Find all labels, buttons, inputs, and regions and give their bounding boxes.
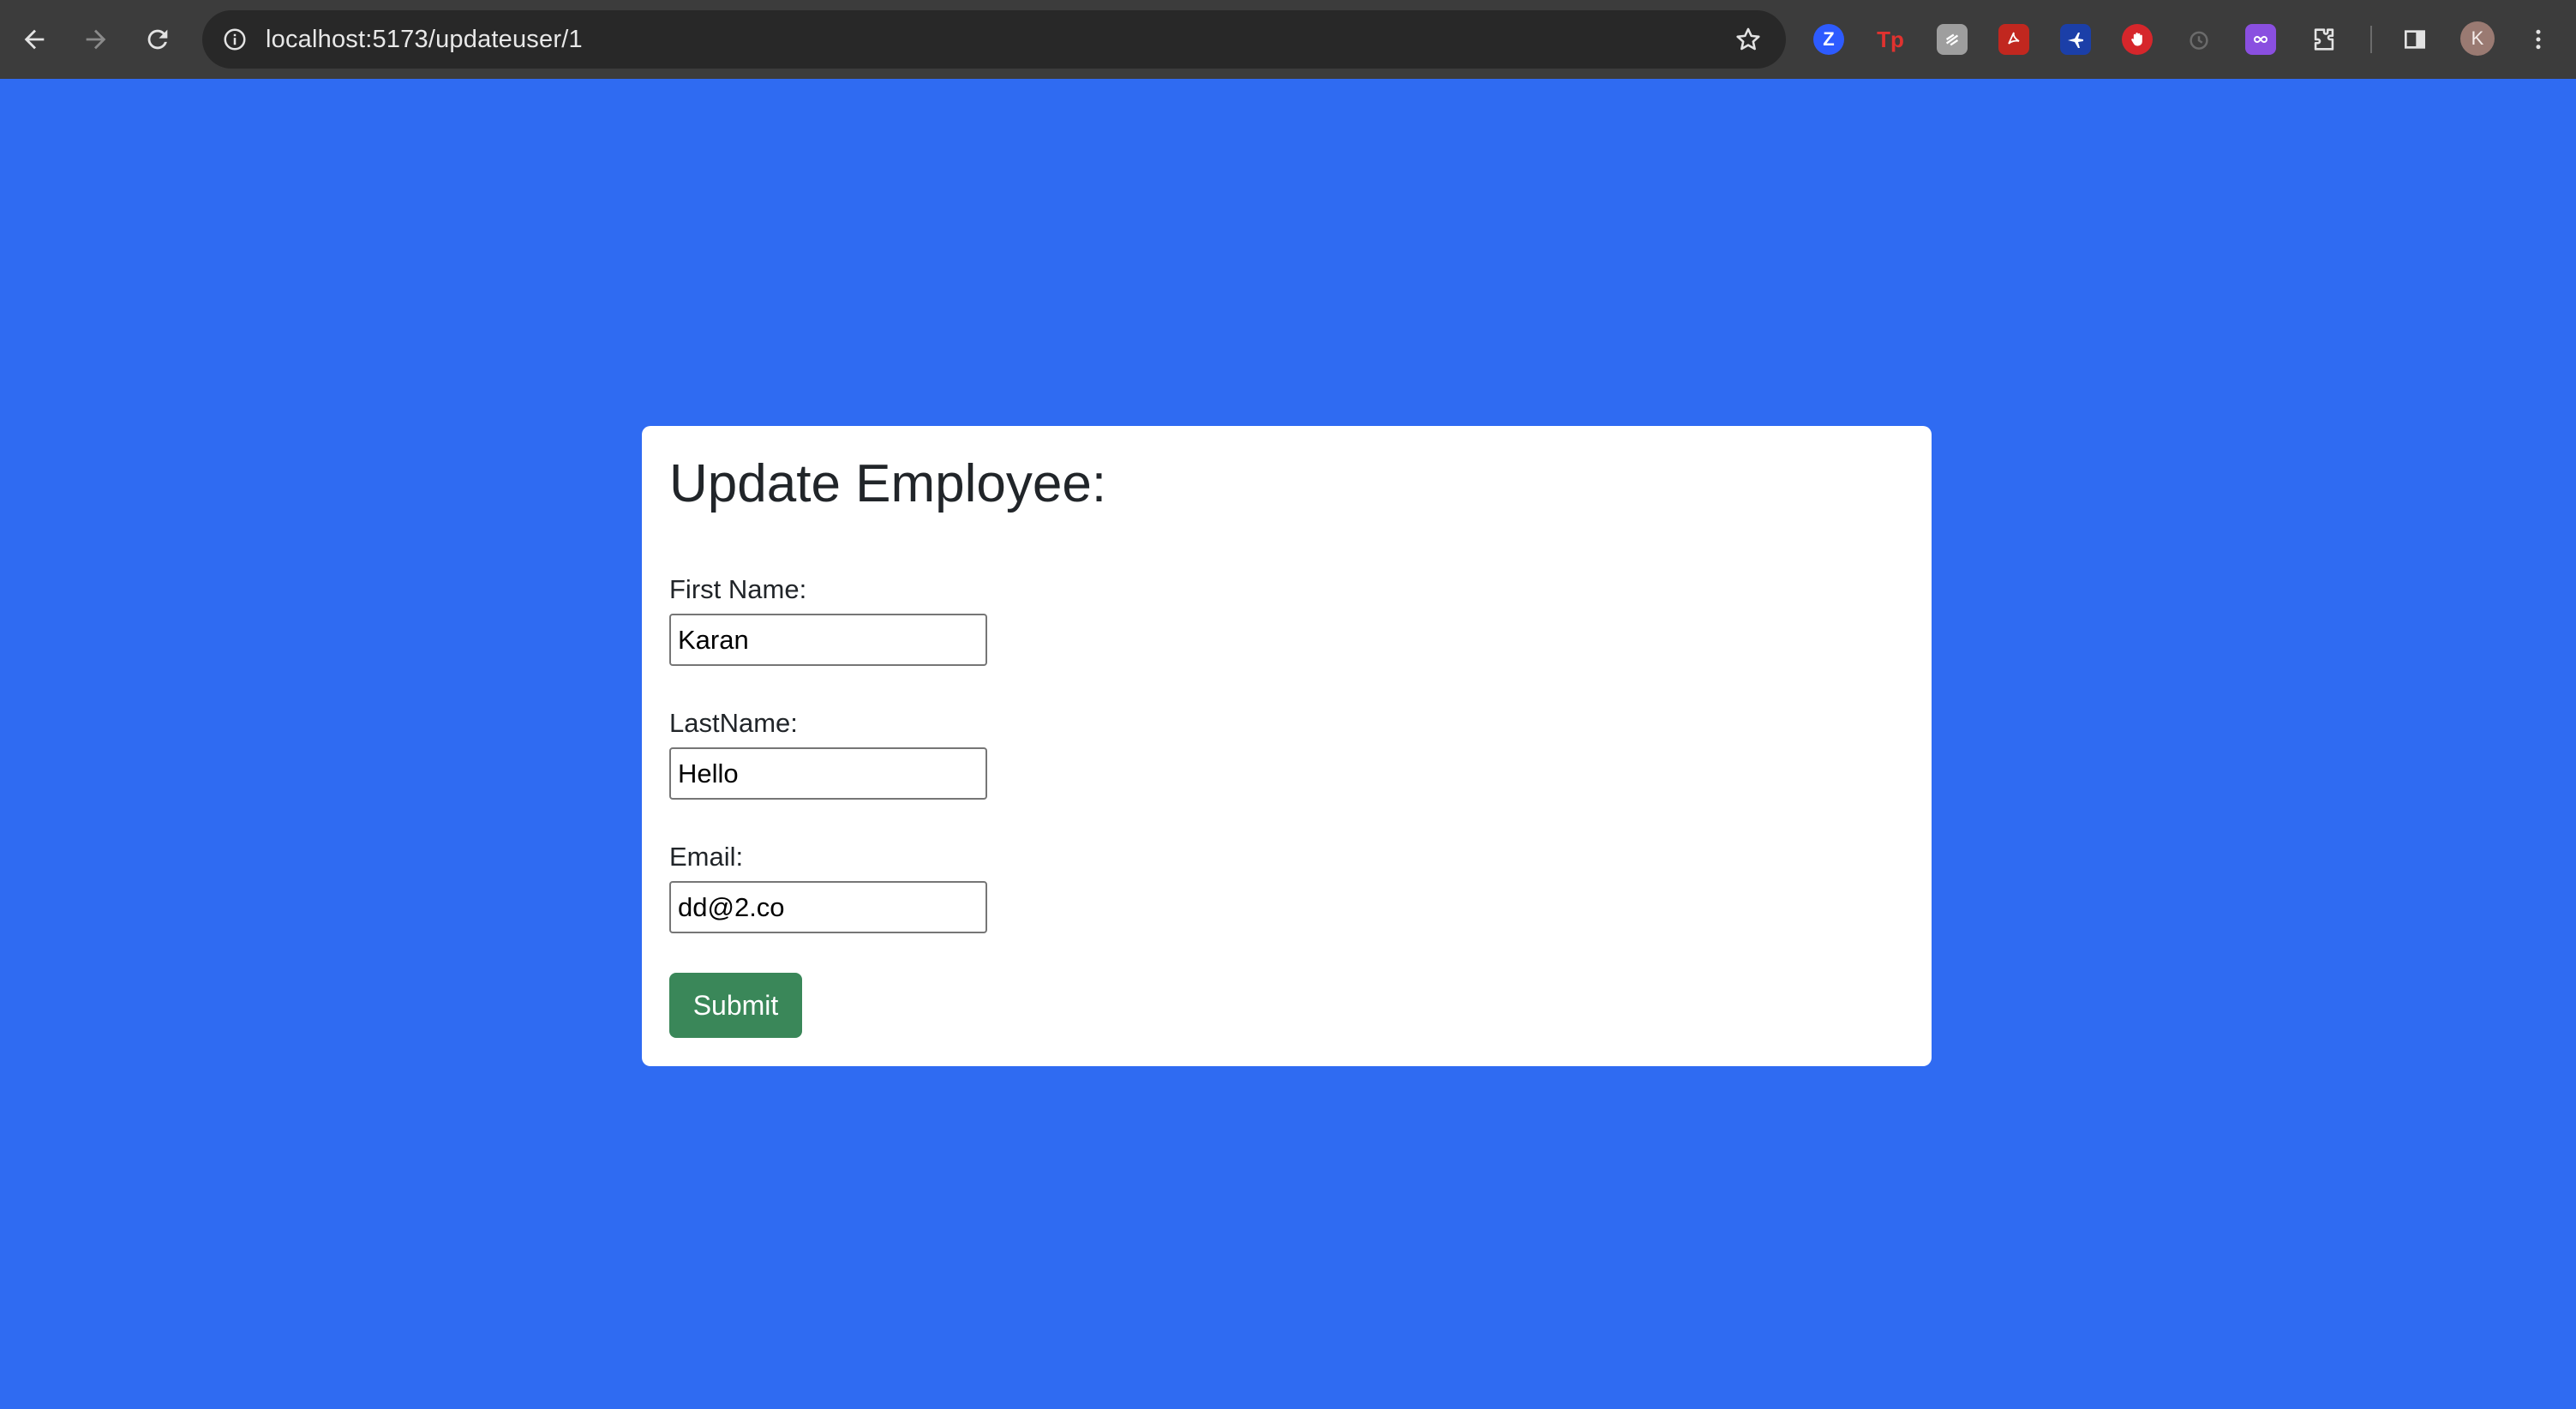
address-bar[interactable]: localhost:5173/updateuser/1 [202, 10, 1786, 69]
browser-toolbar: localhost:5173/updateuser/1 Z Tp K [0, 0, 2576, 79]
first-name-label: First Name: [669, 574, 807, 604]
stop-hand-icon[interactable] [2122, 24, 2153, 55]
back-button[interactable] [14, 19, 55, 60]
tp-icon[interactable]: Tp [1875, 24, 1906, 55]
first-name-input[interactable] [669, 614, 987, 666]
email-input[interactable] [669, 881, 987, 933]
plane-icon[interactable] [2060, 24, 2091, 55]
submit-button[interactable]: Submit [669, 973, 802, 1038]
side-panel-icon[interactable] [2399, 24, 2430, 55]
forward-button[interactable] [75, 19, 117, 60]
url-text[interactable]: localhost:5173/updateuser/1 [266, 10, 583, 69]
back-arrow-icon [24, 29, 45, 50]
notes-icon[interactable] [1937, 24, 1968, 55]
toolbar-divider [2370, 26, 2372, 53]
profile-avatar[interactable]: K [2460, 21, 2495, 56]
page-title: Update Employee: [669, 454, 1107, 513]
reload-icon [147, 29, 168, 50]
site-info-icon[interactable] [218, 22, 252, 57]
last-name-input[interactable] [669, 747, 987, 800]
last-name-label: LastName: [669, 708, 798, 738]
reload-button[interactable] [137, 19, 178, 60]
email-label: Email: [669, 842, 744, 872]
link-icon[interactable] [2245, 24, 2276, 55]
update-employee-card: Update Employee: First Name: LastName: E… [642, 426, 1932, 1066]
extensions-puzzle-icon[interactable] [2309, 24, 2339, 55]
zoom-z-icon[interactable]: Z [1813, 24, 1844, 55]
forward-arrow-icon [86, 29, 106, 50]
pdf-icon[interactable] [1998, 24, 2029, 55]
more-menu-icon[interactable] [2523, 24, 2554, 55]
bookmark-star-icon[interactable] [1731, 22, 1765, 57]
timer-icon[interactable] [2184, 24, 2214, 55]
